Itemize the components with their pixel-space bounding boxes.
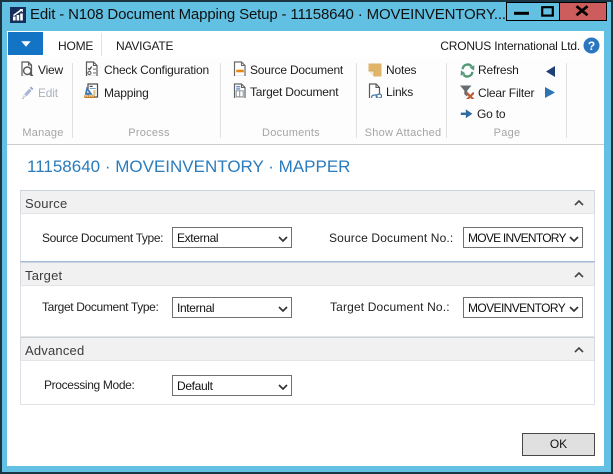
svg-text:?: ? bbox=[588, 39, 595, 53]
